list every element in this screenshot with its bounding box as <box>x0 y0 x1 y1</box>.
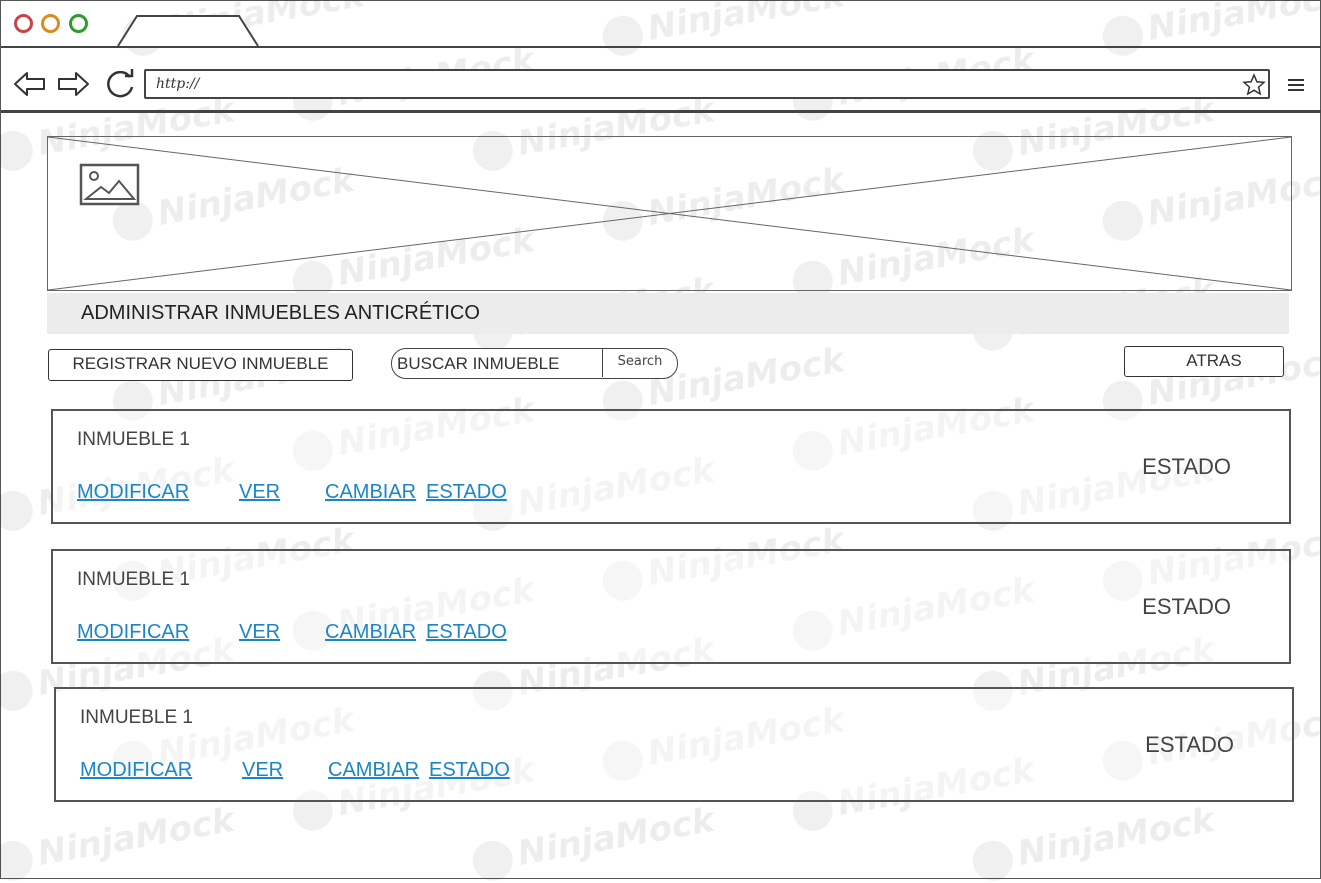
close-window-button[interactable] <box>14 14 33 33</box>
change-link[interactable]: CAMBIAR <box>325 621 416 644</box>
browser-window: NinjaMock NinjaMock NinjaMock NinjaMock … <box>0 0 1321 883</box>
search-box: BUSCAR INMUEBLE Search <box>391 348 678 379</box>
state-link[interactable]: ESTADO <box>426 481 507 504</box>
property-status: ESTADO <box>1142 594 1231 619</box>
watermark: NinjaMock <box>1099 0 1321 59</box>
chrome-bottom-divider <box>1 110 1321 113</box>
placeholder-cross <box>48 137 1291 290</box>
property-card: INMUEBLE 1 ESTADO MODIFICAR VER CAMBIAR … <box>51 549 1291 664</box>
view-link[interactable]: VER <box>239 621 280 644</box>
url-text: http:// <box>156 76 200 92</box>
tab-strip-divider <box>1 46 1321 48</box>
forward-icon[interactable] <box>56 69 90 99</box>
search-button[interactable]: Search <box>602 349 677 377</box>
image-icon <box>79 163 140 206</box>
back-button[interactable]: ATRAS <box>1124 346 1284 377</box>
search-input[interactable]: BUSCAR INMUEBLE <box>397 354 559 374</box>
minimize-window-button[interactable] <box>41 14 60 33</box>
property-title: INMUEBLE 1 <box>80 707 193 728</box>
watermark: NinjaMock <box>969 800 1217 883</box>
watermark: NinjaMock <box>0 800 238 883</box>
star-icon[interactable] <box>1242 73 1266 97</box>
view-link[interactable]: VER <box>239 481 280 504</box>
watermark: NinjaMock <box>469 800 717 883</box>
state-link[interactable]: ESTADO <box>429 759 510 782</box>
modify-link[interactable]: MODIFICAR <box>80 759 192 782</box>
modify-link[interactable]: MODIFICAR <box>77 481 189 504</box>
browser-tab[interactable] <box>117 15 259 47</box>
banner-image-placeholder <box>47 136 1292 291</box>
hamburger-menu-icon[interactable] <box>1286 76 1306 94</box>
property-title: INMUEBLE 1 <box>77 429 190 450</box>
modify-link[interactable]: MODIFICAR <box>77 621 189 644</box>
property-status: ESTADO <box>1142 454 1231 479</box>
change-link[interactable]: CAMBIAR <box>328 759 419 782</box>
state-link[interactable]: ESTADO <box>426 621 507 644</box>
url-bar[interactable]: http:// <box>144 69 1270 99</box>
back-icon[interactable] <box>13 69 47 99</box>
property-status: ESTADO <box>1145 732 1234 757</box>
property-card: INMUEBLE 1 ESTADO MODIFICAR VER CAMBIAR … <box>51 409 1291 524</box>
property-title: INMUEBLE 1 <box>77 569 190 590</box>
change-link[interactable]: CAMBIAR <box>325 481 416 504</box>
reload-icon[interactable] <box>103 67 137 101</box>
view-link[interactable]: VER <box>242 759 283 782</box>
property-card: INMUEBLE 1 ESTADO MODIFICAR VER CAMBIAR … <box>54 687 1294 802</box>
page-title: ADMINISTRAR INMUEBLES ANTICRÉTICO <box>81 302 480 324</box>
watermark: NinjaMock <box>599 0 847 59</box>
page-header: ADMINISTRAR INMUEBLES ANTICRÉTICO <box>47 293 1289 334</box>
register-property-button[interactable]: REGISTRAR NUEVO INMUEBLE <box>48 349 353 381</box>
maximize-window-button[interactable] <box>69 14 88 33</box>
